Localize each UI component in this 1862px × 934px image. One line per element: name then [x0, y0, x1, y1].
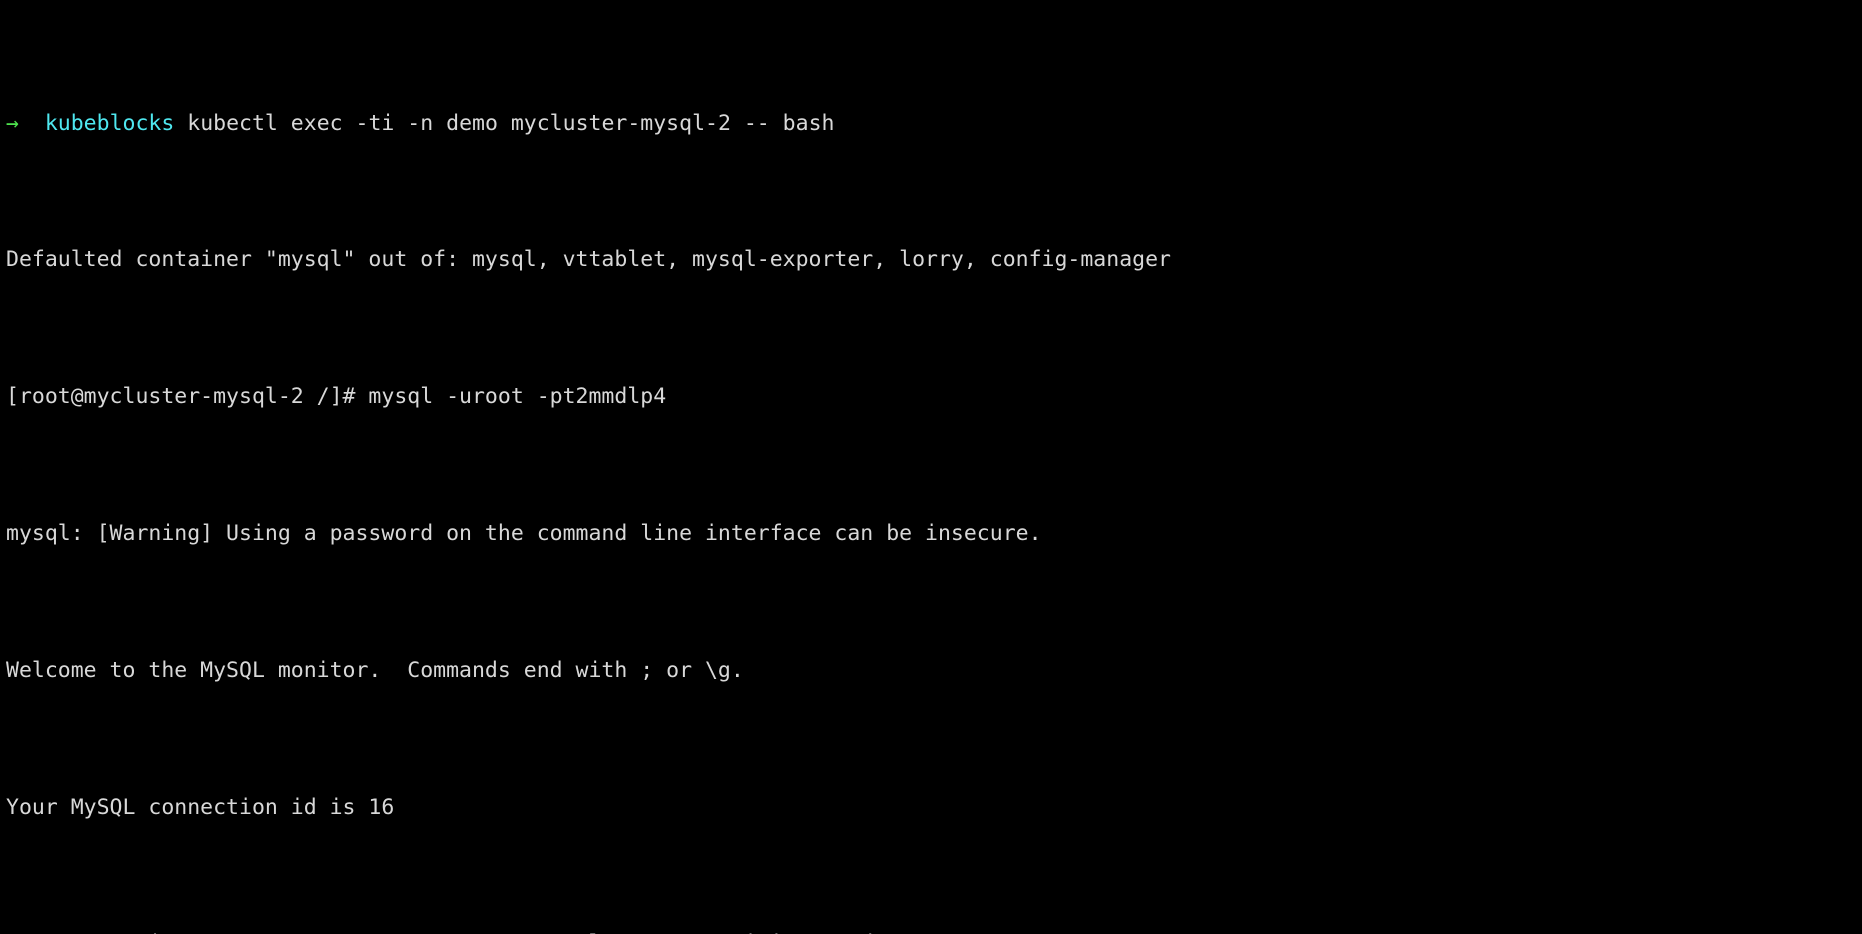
defaulted-container-line: Defaulted container "mysql" out of: mysq… [6, 247, 1171, 273]
shell-command-text: kubectl exec -ti -n demo mycluster-mysql… [187, 110, 835, 136]
mysql-server-version-line: Server version: 8.0.30 WeSQL Server - GP… [6, 927, 1862, 934]
terminal-window[interactable]: → kubeblocks kubectl exec -ti -n demo my… [0, 0, 1862, 934]
mysql-welcome-line: Welcome to the MySQL monitor. Commands e… [6, 657, 744, 683]
root-shell-prompt-line: [root@mycluster-mysql-2 /]# mysql -uroot… [6, 384, 667, 410]
mysql-warning-line: mysql: [Warning] Using a password on the… [6, 521, 1042, 547]
mysql-connection-id-line: Your MySQL connection id is 16 [6, 794, 395, 820]
prompt-spacer [19, 111, 45, 136]
shell-prompt-line: → kubeblocks kubectl exec -ti -n demo my… [6, 107, 1862, 141]
prompt-context-label: kubeblocks [44, 110, 175, 136]
prompt-arrow-icon: → [6, 110, 19, 136]
